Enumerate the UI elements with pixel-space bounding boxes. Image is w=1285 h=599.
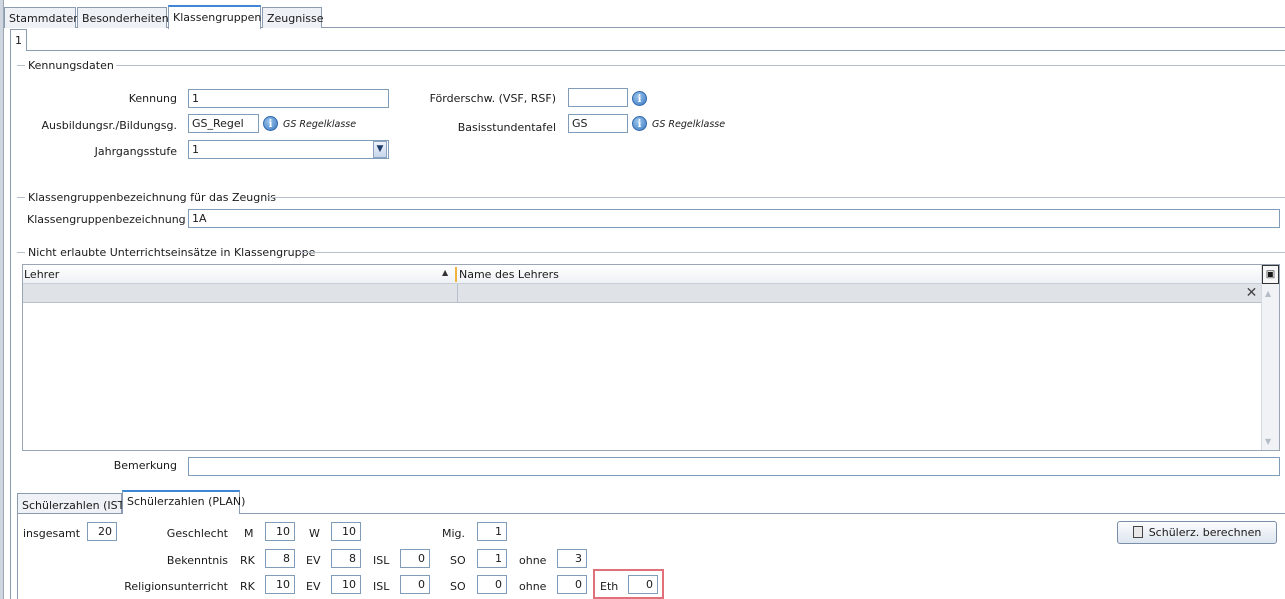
kennung-input[interactable]: 1 [188,89,389,108]
divider [266,197,1285,198]
column-header-name[interactable]: Name des Lehrers [459,268,559,281]
subtab-divider [27,50,1285,51]
rel-ohne-label: ohne [519,580,547,593]
rel-so-label: SO [450,580,466,593]
tab-stammdaten[interactable]: Stammdaten [4,7,80,28]
bek-rk-field[interactable]: 8 [265,549,295,568]
column-header-label: Name des Lehrers [459,268,559,281]
divider [17,252,25,253]
bek-so-field[interactable]: 1 [477,549,507,568]
scroll-down-icon[interactable]: ▼ [1265,437,1271,446]
section-kennungsdaten-title: Kennungsdaten [28,59,114,72]
insgesamt-label: insgesamt [23,527,81,540]
left-edge-strip [0,0,4,599]
grid-header: Lehrer ▲ Name des Lehrers [23,265,1261,284]
tab-zeugnisse[interactable]: Zeugnisse [262,7,324,28]
basis-hint: GS Regelklasse [652,119,726,130]
religion-label: Religionsunterricht [124,580,228,593]
rel-rk-label: RK [240,580,255,593]
w-field[interactable]: 10 [331,522,361,541]
tab-schuelerzahlen-ist[interactable]: Schülerzahlen (IST) [17,493,129,513]
chevron-down-icon[interactable]: ▼ [373,141,387,158]
basis-label: Basisstundentafel [457,121,556,134]
info-icon[interactable]: i [632,91,647,106]
column-chooser-icon[interactable]: ▣ [1262,265,1279,284]
jahrgang-value: 1 [192,143,199,156]
tab-schuelerzahlen-plan[interactable]: Schülerzahlen (PLAN) [122,490,245,514]
rel-isl-field[interactable]: 0 [400,575,430,594]
tab-besonderheiten[interactable]: Besonderheiten [77,7,169,28]
grid-scrollbar[interactable]: ▣ ▲ ▼ [1261,265,1279,450]
w-label: W [309,527,320,540]
einsaetze-grid[interactable]: Lehrer ▲ Name des Lehrers ✕ ▣ ▲ ▼ [22,264,1280,451]
rel-ev-label: EV [306,580,321,593]
rel-ohne-field[interactable]: 0 [557,575,587,594]
info-icon[interactable]: i [632,116,647,131]
tab-klassengruppen[interactable]: Klassengruppen [168,5,261,29]
bek-ohne-label: ohne [519,554,547,567]
mig-label: Mig. [442,527,466,540]
section-einsaetze-title: Nicht erlaubte Unterrichtseinsätze in Kl… [28,246,316,259]
kennung-label: Kennung [128,92,177,105]
m-field[interactable]: 10 [265,522,295,541]
divider [300,252,1285,253]
divider [17,197,25,198]
ausbildung-label: Ausbildungsr./Bildungsg. [41,119,177,132]
bek-isl-field[interactable]: 0 [400,549,430,568]
bek-rk-label: RK [240,554,255,567]
berechnen-label: Schülerz. berechnen [1148,526,1262,539]
m-label: M [244,527,254,540]
sort-asc-icon[interactable]: ▲ [442,268,448,277]
rel-ev-field[interactable]: 10 [331,575,361,594]
bek-ev-label: EV [306,554,321,567]
section-bezeichnung-title: Klassengruppenbezeichnung für das Zeugni… [28,191,276,204]
jahrgang-select[interactable]: 1 [188,140,389,159]
main-tabbar: Stammdaten Besonderheiten Klassengruppen… [4,5,1285,29]
schueler-panel-border [17,513,18,599]
bemerkung-label: Bemerkung [113,459,177,472]
bek-isl-label: ISL [373,554,390,567]
clear-filter-icon[interactable]: ✕ [1243,285,1260,301]
foerder-label: Förderschw. (VSF, RSF) [429,92,556,105]
bekenntnis-label: Bekenntnis [166,554,228,567]
mig-field[interactable]: 1 [477,522,507,541]
divider [17,65,25,66]
bezeichnung-input[interactable]: 1A [188,209,1280,228]
page-left-border [10,50,11,599]
ausbildung-hint: GS Regelklasse [283,119,357,130]
column-header-label: Lehrer [24,268,60,281]
tab-klassengruppe-1[interactable]: 1 [10,29,27,51]
berechnen-button[interactable]: Schülerz. berechnen [1117,521,1277,544]
basis-input[interactable]: GS [568,114,628,133]
rel-eth-label: Eth [600,580,619,593]
column-divider [457,284,458,302]
rel-so-field[interactable]: 0 [477,575,507,594]
rel-isl-label: ISL [373,580,390,593]
jahrgang-label: Jahrgangsstufe [94,145,177,158]
rel-rk-field[interactable]: 10 [265,575,295,594]
bek-so-label: SO [450,554,466,567]
bek-ev-field[interactable]: 8 [331,549,361,568]
geschlecht-label: Geschlecht [166,527,228,540]
divider [116,65,1285,66]
insgesamt-field[interactable]: 20 [87,522,117,541]
ausbildung-input[interactable]: GS_Regel [188,114,259,133]
bezeichnung-label: Klassengruppenbezeichnung [27,213,186,226]
column-header-lehrer[interactable]: Lehrer [23,268,457,281]
grid-filter-row[interactable]: ✕ [23,284,1261,303]
calculator-icon [1132,526,1143,538]
column-divider [455,267,457,282]
bemerkung-input[interactable] [188,457,1280,476]
scroll-up-icon[interactable]: ▲ [1265,289,1271,298]
info-icon[interactable]: i [263,116,278,131]
rel-eth-field[interactable]: 0 [628,575,658,594]
foerder-input[interactable] [568,88,628,107]
bek-ohne-field[interactable]: 3 [557,549,587,568]
